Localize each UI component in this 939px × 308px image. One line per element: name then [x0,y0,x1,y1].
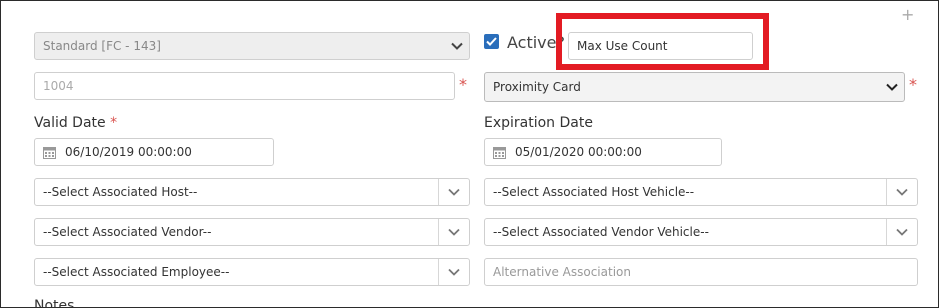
valid-date-input[interactable]: 06/10/2019 00:00:00 [34,138,274,166]
associated-employee-select[interactable]: --Select Associated Employee-- [34,258,470,286]
valid-date-value: 06/10/2019 00:00:00 [65,145,192,159]
max-use-count-input[interactable]: Max Use Count [568,32,753,60]
required-mark: * [110,115,118,131]
chevron-down-icon [886,179,917,205]
required-mark: * [909,75,917,94]
associated-host-vehicle-select[interactable]: --Select Associated Host Vehicle-- [484,178,918,206]
chevron-down-icon [438,219,469,245]
checkmark-icon [486,37,497,46]
associated-host-vehicle-value: --Select Associated Host Vehicle-- [493,185,695,199]
card-form-panel: + Standard [FC - 143] Active? Max Use Co… [0,0,939,308]
add-plus-icon[interactable]: + [901,5,914,24]
calendar-icon [37,146,61,159]
expiration-date-input[interactable]: 05/01/2020 00:00:00 [484,138,722,166]
card-type-value: Proximity Card [493,80,581,94]
card-number-value: 1004 [43,79,74,93]
max-use-count-placeholder: Max Use Count [577,39,668,53]
calendar-icon [487,146,511,159]
card-format-select[interactable]: Standard [FC - 143] [34,32,470,60]
associated-vendor-value: --Select Associated Vendor-- [43,225,212,239]
alternative-association-input[interactable]: Alternative Association [484,258,918,286]
alternative-association-placeholder: Alternative Association [493,265,631,279]
chevron-down-icon [451,40,463,52]
associated-employee-value: --Select Associated Employee-- [43,265,230,279]
associated-vendor-vehicle-select[interactable]: --Select Associated Vendor Vehicle-- [484,218,918,246]
chevron-down-icon [886,81,898,93]
expiration-date-value: 05/01/2020 00:00:00 [515,145,642,159]
valid-date-label: Valid Date * [34,115,118,131]
notes-label: Notes [34,298,75,308]
associated-vendor-select[interactable]: --Select Associated Vendor-- [34,218,470,246]
card-format-value: Standard [FC - 143] [43,39,161,53]
associated-host-select[interactable]: --Select Associated Host-- [34,178,470,206]
expiration-date-label: Expiration Date [484,115,593,131]
card-type-select[interactable]: Proximity Card [484,72,905,102]
chevron-down-icon [886,219,917,245]
card-number-input[interactable]: 1004 [34,72,455,100]
required-mark: * [459,75,467,94]
chevron-down-icon [438,259,469,285]
chevron-down-icon [438,179,469,205]
active-checkbox[interactable] [484,34,499,49]
associated-vendor-vehicle-value: --Select Associated Vendor Vehicle-- [493,225,709,239]
associated-host-value: --Select Associated Host-- [43,185,198,199]
